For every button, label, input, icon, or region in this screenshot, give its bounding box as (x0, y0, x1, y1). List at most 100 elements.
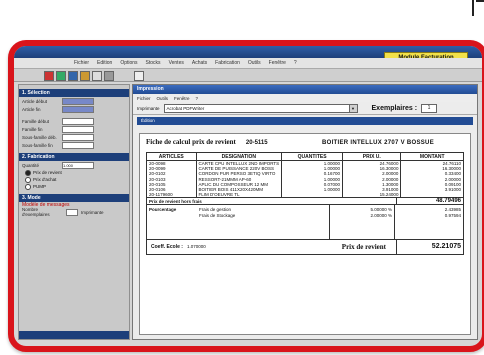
column-header: ARTICLES (146, 152, 197, 161)
article-start-field[interactable] (62, 97, 94, 105)
filter-label: Famille fin (22, 126, 43, 132)
menu-item[interactable]: Fenêtre (269, 60, 286, 66)
cell-article: 20-1179600 (146, 192, 197, 199)
coefficient-value: 1.070000 (186, 244, 206, 250)
subtotal-label: Prix de revient hors frais (149, 198, 202, 204)
filter-label: Article début (22, 98, 48, 104)
menu-item[interactable]: Edition (97, 60, 112, 66)
coefficient-label: Coeff. Ecole : (151, 244, 183, 251)
radio-icon (25, 176, 31, 183)
filter-row: Article début (19, 97, 129, 105)
filter-row: Sous-famille fin (19, 141, 129, 149)
quantity-input[interactable]: 1.000 (62, 161, 94, 169)
total-label: Prix de revient (341, 243, 386, 252)
filter-label: Sous-famille déb. (22, 134, 57, 140)
option-radio[interactable]: Prix de revient (19, 169, 129, 176)
selection-panel: 1. Sélection Article début Article fin F… (18, 84, 130, 340)
fees-amounts: 2.43985 0.97594 (394, 205, 463, 240)
menu-item[interactable]: Stocks (146, 60, 161, 66)
toolbar-red-icon[interactable] (44, 71, 54, 81)
filter-row: Sous-famille déb. (19, 133, 129, 141)
document-title: Fiche de calcul prix de revient (146, 138, 236, 146)
cell-amount (400, 192, 464, 199)
print-options-bar: Imprimante Acrobat PDFWriter ▼ Exemplair… (133, 102, 477, 115)
copies-heading: Exemplaires : (371, 104, 418, 112)
components-table: ARTICLES DESIGNATION QUANTITES PRIX U. M… (146, 152, 464, 199)
printer-select-value: Acrobat PDFWriter (166, 105, 205, 111)
screenshot-frame: Module Facturation Fichier Edition Optio… (8, 40, 484, 352)
window-menu-item[interactable]: ? (196, 96, 199, 101)
fee-amount: 0.97594 (444, 213, 461, 219)
option-radio[interactable]: PUMP (19, 183, 129, 190)
window-menu-item[interactable]: Fenêtre (174, 96, 190, 101)
table-header-row: ARTICLES DESIGNATION QUANTITES PRIX U. M… (146, 152, 464, 161)
filter-row: Famille fin (19, 125, 129, 133)
menu-item[interactable]: Options (120, 60, 137, 66)
printer-label: Imprimante (81, 209, 104, 215)
total-row: Coeff. Ecole :1.070000 Prix de revient 5… (146, 240, 464, 256)
option-label: PUMP (33, 184, 47, 189)
menu-item[interactable]: ? (294, 60, 297, 66)
toolbar-gray-icon[interactable] (104, 71, 114, 81)
radio-icon (25, 183, 31, 190)
fees-label: Pourcentage (149, 207, 177, 213)
option-label: Prix d'achat (33, 177, 57, 182)
menu-item[interactable]: Fichier (74, 60, 89, 66)
quantity-label: Quantité (22, 162, 40, 168)
panel-statusbar (19, 331, 129, 339)
filter-label: Article fin (22, 106, 41, 112)
section-fabrication-heading: 2. Fabrication (19, 153, 129, 161)
filter-label: Sous-famille fin (22, 142, 53, 148)
article-end-field[interactable] (62, 105, 94, 113)
family-end-field[interactable] (62, 125, 94, 133)
filter-row: Article fin (19, 105, 129, 113)
print-window: Impression Fichier Outils Fenêtre ? Impr… (132, 84, 478, 340)
toolbar-green-icon[interactable] (56, 71, 66, 81)
cell-quantity (281, 192, 344, 199)
column-header: DESIGNATION (195, 152, 283, 161)
column-header: QUANTITES (281, 152, 344, 161)
hanging-line (472, 0, 474, 16)
copies-input[interactable]: 1 (421, 103, 438, 113)
main-menubar: Fichier Edition Options Stocks Ventes Ac… (14, 58, 482, 69)
cost-sheet-document: Fiche de calcul prix de revient 20-5115 … (139, 133, 471, 335)
cell-unit-price: 15.24000 (342, 192, 402, 199)
copies-field[interactable] (66, 208, 78, 216)
family-start-field[interactable] (62, 117, 94, 125)
product-name: BOITIER INTELLUX 2707 V BOSSUE (321, 140, 434, 146)
window-menu-item[interactable]: Outils (157, 96, 169, 101)
window-menubar: Fichier Outils Fenêtre ? (133, 94, 477, 102)
printer-select[interactable]: Acrobat PDFWriter ▼ (163, 103, 358, 113)
section-selection-heading: 1. Sélection (19, 89, 129, 97)
subtotal-band: Prix de revient hors frais 48.79496 (146, 198, 464, 206)
menu-item[interactable]: Outils (248, 60, 261, 66)
hanging-bar (476, 0, 484, 2)
copies-label: Nombre d'exemplaires (22, 207, 50, 217)
column-header: MONTANT (400, 152, 464, 161)
window-menu-item[interactable]: Fichier (137, 96, 151, 101)
article-reference: 20-5115 (245, 140, 268, 146)
bottom-row: Nombre d'exemplaires Imprimante (19, 207, 129, 217)
main-toolbar (14, 69, 482, 82)
toolbar-document-icon[interactable] (134, 71, 144, 81)
cell-designation: FLIM D'OEUVRE TL (195, 192, 283, 199)
subfamily-start-field[interactable] (62, 133, 94, 141)
toolbar-orange-icon[interactable] (80, 71, 90, 81)
subfamily-end-field[interactable] (62, 141, 94, 149)
toolbar-print-icon[interactable] (92, 71, 102, 81)
edition-subtitle: Édition (137, 117, 473, 125)
fees-names: Frais de gestion Frais de Stockage (197, 205, 329, 239)
printer-select-label: Imprimante (137, 105, 160, 111)
section-mode-heading: 3. Mode (19, 194, 129, 202)
menu-item[interactable]: Ventes (169, 60, 184, 66)
window-title: Impression (133, 85, 477, 94)
option-radio[interactable]: Prix d'achat (19, 176, 129, 183)
menu-item[interactable]: Achats (192, 60, 207, 66)
fee-percent: 2.00000 % (370, 213, 392, 219)
subtotal-value: 48.79496 (396, 198, 463, 205)
filter-label: Famille début (22, 118, 50, 124)
toolbar-blue-icon[interactable] (68, 71, 78, 81)
menu-item[interactable]: Fabrication (215, 60, 240, 66)
table-row: 20-1179600 FLIM D'OEUVRE TL 15.24000 (146, 192, 464, 199)
chevron-down-icon[interactable]: ▼ (348, 104, 357, 112)
